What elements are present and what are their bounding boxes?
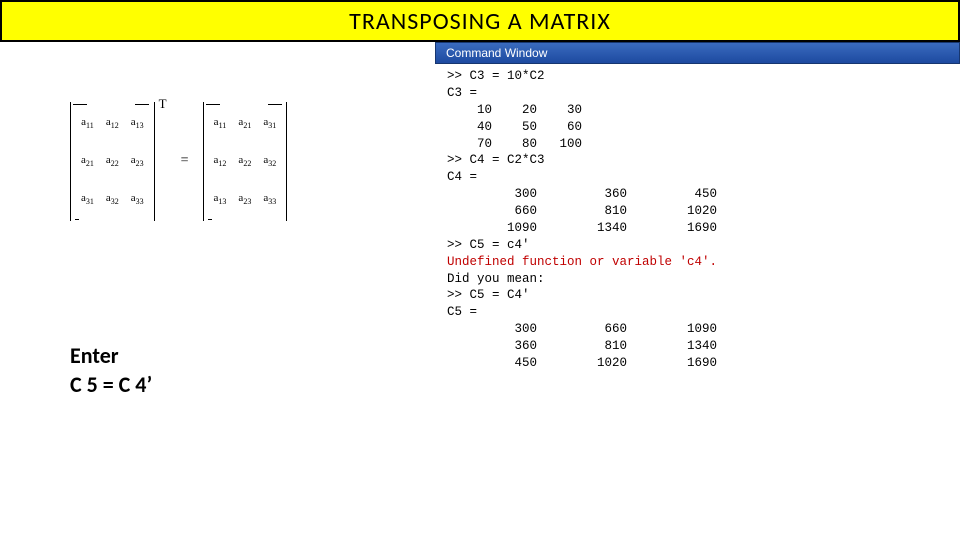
console-line: >> C4 = C2*C3 xyxy=(447,152,948,169)
console-line: C5 = xyxy=(447,304,948,321)
equals-sign: = xyxy=(181,153,189,169)
console-line: Undefined function or variable 'c4'. xyxy=(447,254,948,271)
command-window: Command Window >> C3 = 10*C2C3 = 10 20 3… xyxy=(435,42,960,540)
sub: 32 xyxy=(268,159,276,168)
sub: 32 xyxy=(111,198,119,207)
transpose-equation: a11 a12 a13 a21 a22 a23 a31 a32 a33 xyxy=(70,102,415,221)
matrix-cell: a23 xyxy=(232,180,257,218)
matrix-cell: a32 xyxy=(100,180,125,218)
content-area: a11 a12 a13 a21 a22 a23 a31 a32 a33 xyxy=(0,42,960,540)
matrix-cell: a22 xyxy=(232,142,257,180)
matrix-cell: a31 xyxy=(75,180,100,218)
console-line: Did you mean: xyxy=(447,271,948,288)
matrix-cell: a33 xyxy=(125,180,150,218)
console-line: 360 810 1340 xyxy=(447,338,948,355)
sub: 11 xyxy=(219,121,227,130)
left-pane: a11 a12 a13 a21 a22 a23 a31 a32 a33 xyxy=(0,42,435,540)
sub: 11 xyxy=(86,121,94,130)
sub: 13 xyxy=(218,198,226,207)
matrix-cell: a12 xyxy=(100,104,125,142)
matrix-cell: a13 xyxy=(125,104,150,142)
instruction-line1: Enter xyxy=(70,341,415,371)
console-line: C4 = xyxy=(447,169,948,186)
matrix-cell: a21 xyxy=(75,142,100,180)
matrix-cell: a33 xyxy=(257,180,282,218)
console-line: 40 50 60 xyxy=(447,119,948,136)
sub: 23 xyxy=(243,198,251,207)
console-line: >> C5 = c4' xyxy=(447,237,948,254)
sub: 21 xyxy=(86,159,94,168)
left-matrix: a11 a12 a13 a21 a22 a23 a31 a32 a33 xyxy=(70,102,155,221)
sub: 31 xyxy=(268,121,276,130)
instruction-line2: C 5 = C 4’ xyxy=(70,370,415,400)
matrix-cell: a31 xyxy=(257,104,282,142)
sub: 33 xyxy=(268,198,276,207)
matrix-cell: a23 xyxy=(125,142,150,180)
sub: 13 xyxy=(136,121,144,130)
sub: 22 xyxy=(111,159,119,168)
matrix-cell: a13 xyxy=(208,180,233,218)
console-line: 300 360 450 xyxy=(447,186,948,203)
instruction-block: Enter C 5 = C 4’ xyxy=(70,341,415,400)
command-window-title: Command Window xyxy=(435,42,960,64)
console-line: 660 810 1020 xyxy=(447,203,948,220)
console-line: 70 80 100 xyxy=(447,136,948,153)
sub: 12 xyxy=(111,121,119,130)
console-line: >> C5 = C4' xyxy=(447,287,948,304)
console-line: >> C3 = 10*C2 xyxy=(447,68,948,85)
sub: 12 xyxy=(218,159,226,168)
matrix-cell: a12 xyxy=(208,142,233,180)
command-window-body[interactable]: >> C3 = 10*C2C3 = 10 20 30 40 50 60 70 8… xyxy=(435,64,960,540)
matrix-cell: a32 xyxy=(257,142,282,180)
matrix-cell: a11 xyxy=(208,104,233,142)
sub: 31 xyxy=(86,198,94,207)
transpose-superscript: T xyxy=(159,96,167,112)
slide-title: TRANSPOSING A MATRIX xyxy=(0,0,960,42)
matrix-cell: a11 xyxy=(75,104,100,142)
matrix-cell: a22 xyxy=(100,142,125,180)
sub: 21 xyxy=(243,121,251,130)
sub: 22 xyxy=(243,159,251,168)
console-line: 450 1020 1690 xyxy=(447,355,948,372)
console-line: C3 = xyxy=(447,85,948,102)
sub: 23 xyxy=(136,159,144,168)
console-line: 1090 1340 1690 xyxy=(447,220,948,237)
matrix-cell: a21 xyxy=(232,104,257,142)
right-matrix: a11 a21 a31 a12 a22 a32 a13 a23 a33 xyxy=(203,102,288,221)
console-line: 300 660 1090 xyxy=(447,321,948,338)
console-line: 10 20 30 xyxy=(447,102,948,119)
sub: 33 xyxy=(136,198,144,207)
